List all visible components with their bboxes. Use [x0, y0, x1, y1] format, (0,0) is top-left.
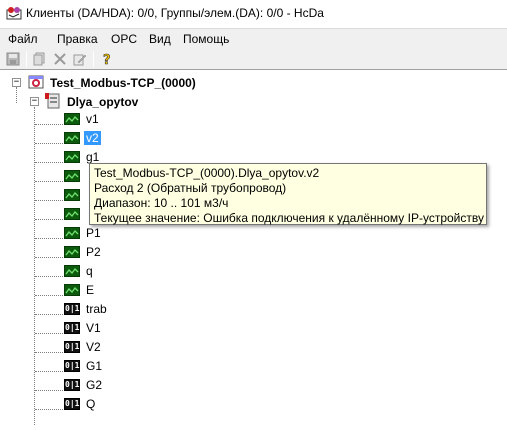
analog-tag-icon	[64, 265, 80, 277]
toolbar-separator	[93, 51, 94, 67]
menu-opc[interactable]: OPC	[111, 32, 137, 46]
app-icon	[6, 5, 22, 21]
tree-item-label: P1	[86, 226, 101, 240]
analog-tag-icon	[64, 170, 80, 182]
analog-tag-icon	[64, 189, 80, 201]
tree-item-label: V1	[86, 321, 101, 335]
tooltip-description: Расход 2 (Обратный трубопровод)	[94, 181, 287, 195]
tooltip-current-value: Текущее значение: Ошибка подключения к у…	[94, 211, 484, 225]
svg-text:?: ?	[103, 53, 111, 66]
delete-icon[interactable]	[51, 50, 69, 68]
tree-item[interactable]: v1	[64, 110, 101, 128]
tree-item-label: E	[86, 283, 95, 297]
discrete-tag-icon: 0|1	[64, 341, 80, 353]
analog-tag-icon	[64, 208, 80, 220]
discrete-tag-icon: 0|1	[64, 398, 80, 410]
tree-node-server[interactable]: Test_Modbus-TCP_(0000)	[28, 74, 198, 92]
discrete-tag-icon: 0|1	[64, 303, 80, 315]
tree-item-label: v1	[86, 112, 99, 126]
discrete-tag-icon: 0|1	[64, 360, 80, 372]
tree-item[interactable]: E	[64, 281, 96, 299]
tree-item[interactable]	[64, 205, 88, 223]
tree-item[interactable]: P1	[64, 224, 103, 242]
server-label: Test_Modbus-TCP_(0000)	[50, 76, 196, 90]
tree-item-label: q	[86, 264, 93, 278]
tree-item-label: G1	[86, 359, 103, 373]
group-expander[interactable]: −	[30, 97, 39, 106]
tree-item-label: G2	[86, 378, 103, 392]
item-tooltip: Test_Modbus-TCP_(0000).Dlya_opytov.v2 Ра…	[89, 163, 487, 225]
tree-item[interactable]: 0|1 Q	[64, 395, 97, 413]
tree-item[interactable]	[64, 186, 88, 204]
menu-view[interactable]: Вид	[149, 32, 171, 46]
tree-item[interactable]: 0|1 G1	[64, 357, 104, 375]
tree-item[interactable]	[64, 167, 88, 185]
properties-icon[interactable]	[71, 50, 89, 68]
menu-edit[interactable]: Правка	[57, 32, 98, 46]
tree-item[interactable]: v2	[64, 129, 101, 147]
copy-icon[interactable]	[31, 50, 49, 68]
tree-item[interactable]: P2	[64, 243, 103, 261]
analog-tag-icon	[64, 284, 80, 296]
toolbar-separator	[26, 51, 27, 67]
tree-view: − Test_Modbus-TCP_(0000) − Dlya_opytov v…	[0, 71, 507, 430]
group-label: Dlya_opytov	[67, 95, 139, 109]
analog-tag-icon	[64, 113, 80, 125]
tree-item-label: g1	[86, 150, 100, 164]
save-icon[interactable]	[4, 50, 22, 68]
tooltip-path: Test_Modbus-TCP_(0000).Dlya_opytov.v2	[94, 166, 320, 180]
toolbar: ?	[0, 48, 507, 70]
tree-item-label: P2	[86, 245, 101, 259]
tree-item[interactable]: q	[64, 262, 95, 280]
title-bar: Клиенты (DA/HDA): 0/0, Группы/элем.(DA):…	[0, 0, 507, 28]
tree-item-label: V2	[86, 340, 101, 354]
analog-tag-icon	[64, 246, 80, 258]
analog-tag-icon	[64, 151, 80, 163]
tree-item-label: v2	[84, 131, 101, 145]
tree-item-label: Q	[86, 397, 96, 411]
tree-item[interactable]: 0|1 trab	[64, 300, 109, 318]
help-icon[interactable]: ?	[98, 50, 116, 68]
tree-item-label: trab	[86, 302, 107, 316]
tree-node-group[interactable]: Dlya_opytov	[45, 92, 140, 112]
server-icon	[28, 74, 44, 93]
analog-tag-icon	[64, 227, 80, 239]
discrete-tag-icon: 0|1	[64, 322, 80, 334]
window-title: Клиенты (DA/HDA): 0/0, Группы/элем.(DA):…	[26, 6, 324, 20]
group-icon	[45, 92, 61, 112]
menu-help[interactable]: Помощь	[183, 32, 229, 46]
tree-item[interactable]: 0|1 V2	[64, 338, 103, 356]
server-expander[interactable]: −	[12, 78, 21, 87]
menu-bar: Файл Правка OPC Вид Помощь	[0, 28, 507, 48]
tree-item[interactable]: 0|1 G2	[64, 376, 104, 394]
analog-tag-icon	[64, 132, 80, 144]
tooltip-range: Диапазон: 10 .. 101 м3/ч	[94, 196, 229, 210]
discrete-tag-icon: 0|1	[64, 379, 80, 391]
tree-item[interactable]: 0|1 V1	[64, 319, 103, 337]
menu-file[interactable]: Файл	[8, 32, 38, 46]
